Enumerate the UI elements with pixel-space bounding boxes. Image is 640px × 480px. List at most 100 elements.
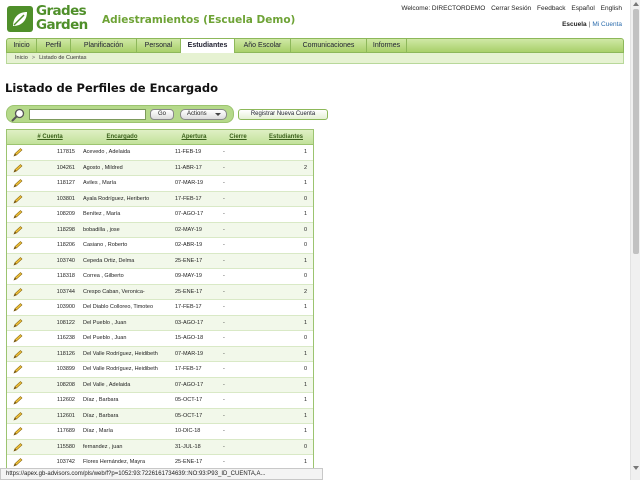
cell-opened: 05-OCT-17	[175, 397, 203, 403]
cell-closed: -	[223, 319, 225, 326]
edit-pencil-icon[interactable]	[13, 365, 23, 374]
edit-pencil-icon[interactable]	[13, 396, 23, 405]
table-row: 118206 Casiano , Roberto 02-ABR-19 - 0	[7, 238, 313, 254]
cell-opened: 17-FEB-17	[175, 366, 202, 372]
edit-pencil-icon[interactable]	[13, 318, 23, 328]
edit-pencil-icon[interactable]	[13, 179, 23, 188]
cell-closed: -	[223, 226, 225, 233]
register-account-button[interactable]: Registrar Nueva Cuenta	[238, 109, 328, 120]
vertical-scrollbar[interactable]	[630, 0, 640, 480]
cell-account: 108122	[56, 319, 75, 326]
scroll-thumb[interactable]	[633, 9, 639, 254]
edit-pencil-icon[interactable]	[13, 380, 23, 390]
table-row: 103899 Del Valle Rodríguez, Heidibeth 17-F…	[7, 362, 313, 378]
cell-students: 0	[303, 366, 307, 372]
cell-closed: -	[223, 350, 225, 357]
cell-students: 1	[303, 428, 307, 434]
cell-account: 103900	[56, 304, 75, 310]
tab-comunicaciones[interactable]: Comunicaciones	[291, 39, 367, 52]
tab-planificacion[interactable]: Planificación	[71, 39, 137, 52]
cell-account: 118127	[57, 180, 75, 186]
cell-guardian: Del Valle Rodríguez, Heidibeth	[83, 366, 158, 372]
edit-pencil-icon[interactable]	[13, 163, 23, 173]
cell-closed: -	[223, 195, 225, 202]
cell-students: 1	[303, 350, 307, 357]
breadcrumb-current: Listado de Cuentas	[39, 55, 87, 61]
cell-closed: -	[223, 335, 225, 341]
cell-guardian: Díaz , María	[83, 428, 113, 434]
cell-account: 118206	[57, 242, 75, 248]
cell-students: 0	[303, 335, 307, 341]
breadcrumb-home[interactable]: Inicio	[15, 55, 28, 61]
breadcrumb-separator: >	[31, 55, 36, 61]
cell-account: 108208	[56, 381, 75, 388]
cell-closed: -	[223, 149, 225, 155]
edit-pencil-icon[interactable]	[13, 349, 23, 359]
logout-link[interactable]: Cerrar Sesión	[491, 5, 531, 12]
actions-menu-button[interactable]: Actions	[180, 109, 227, 120]
tab-inicio[interactable]: Inicio	[7, 39, 37, 52]
cell-students: 1	[303, 381, 307, 388]
edit-pencil-icon[interactable]	[13, 241, 23, 250]
edit-pencil-icon[interactable]	[13, 210, 23, 219]
edit-pencil-icon[interactable]	[13, 148, 23, 157]
tab-estudiantes[interactable]: Estudiantes	[181, 39, 235, 53]
column-header-opened[interactable]: Apertura	[171, 130, 217, 145]
cell-guardian: Del Pueblo , Juan	[83, 335, 127, 341]
column-header-guardian[interactable]: Encargado	[83, 130, 161, 145]
edit-pencil-icon[interactable]	[13, 303, 23, 312]
column-header-closed[interactable]: Cierre	[221, 130, 255, 145]
cell-students: 0	[303, 242, 307, 248]
cell-guardian: Del Valle , Adelaida	[83, 381, 131, 388]
scroll-down-icon[interactable]	[633, 466, 639, 470]
cell-students: 1	[303, 257, 307, 264]
cell-guardian: Flores Hernández, Mayra	[83, 459, 146, 465]
search-icon[interactable]	[11, 108, 25, 122]
school-link[interactable]: Escuela	[562, 21, 587, 28]
table-row: 112602 Díaz , Barbara 05-OCT-17 - 1	[7, 393, 313, 409]
cell-students: 1	[303, 459, 307, 465]
feedback-link[interactable]: Feedback	[537, 5, 566, 12]
cell-account: 103740	[56, 257, 75, 264]
edit-pencil-icon[interactable]	[13, 194, 23, 204]
scroll-up-icon[interactable]	[633, 2, 639, 6]
spanish-link[interactable]: Español	[571, 5, 595, 12]
cell-students: 1	[303, 149, 307, 155]
tab-ano-escolar[interactable]: Año Escolar	[235, 39, 291, 52]
grades-garden-logo[interactable]: Grades Garden	[7, 4, 95, 36]
edit-pencil-icon[interactable]	[13, 225, 23, 235]
edit-pencil-icon[interactable]	[13, 256, 23, 266]
edit-pencil-icon[interactable]	[13, 458, 23, 467]
english-link[interactable]: English	[601, 5, 622, 12]
status-bar-url: https://apex.gb-advisors.com/pls/web/f?p…	[0, 468, 323, 480]
column-header-students[interactable]: Estudiantes	[263, 130, 309, 145]
cell-guardian: Díaz , Barbara	[83, 397, 119, 403]
cell-students: 1	[303, 397, 307, 403]
my-account-link[interactable]: Mi Cuenta	[592, 21, 622, 28]
cell-opened: 11-FEB-19	[175, 149, 202, 155]
search-input[interactable]	[29, 109, 146, 120]
edit-pencil-icon[interactable]	[13, 427, 23, 436]
cell-guardian: Cepeda Ortiz, Delma	[83, 257, 135, 264]
tab-informes[interactable]: Informes	[367, 39, 407, 52]
tab-perfil[interactable]: Perfil	[37, 39, 71, 52]
edit-pencil-icon[interactable]	[13, 411, 23, 421]
cell-closed: -	[223, 412, 225, 419]
edit-pencil-icon[interactable]	[13, 272, 23, 281]
cell-account: 108209	[56, 211, 75, 217]
edit-pencil-icon[interactable]	[13, 287, 23, 297]
edit-pencil-icon[interactable]	[13, 334, 23, 343]
edit-pencil-icon[interactable]	[13, 442, 23, 452]
cell-account: 112601	[57, 412, 75, 419]
cell-guardian: Del Valle Rodríguez, Heidibeth	[83, 350, 158, 357]
cell-students: 1	[303, 211, 307, 217]
cell-guardian: Casiano , Roberto	[83, 242, 128, 248]
cell-account: 104261	[56, 164, 75, 171]
column-header-account[interactable]: # Cuenta	[29, 130, 71, 145]
cell-guardian: Crespo Caban, Veronica-	[83, 288, 145, 295]
cell-account: 118126	[57, 350, 75, 357]
tab-personal[interactable]: Personal	[137, 39, 181, 52]
separator: |	[588, 21, 591, 28]
go-button[interactable]: Go	[150, 109, 174, 120]
cell-students: 0	[303, 273, 307, 279]
